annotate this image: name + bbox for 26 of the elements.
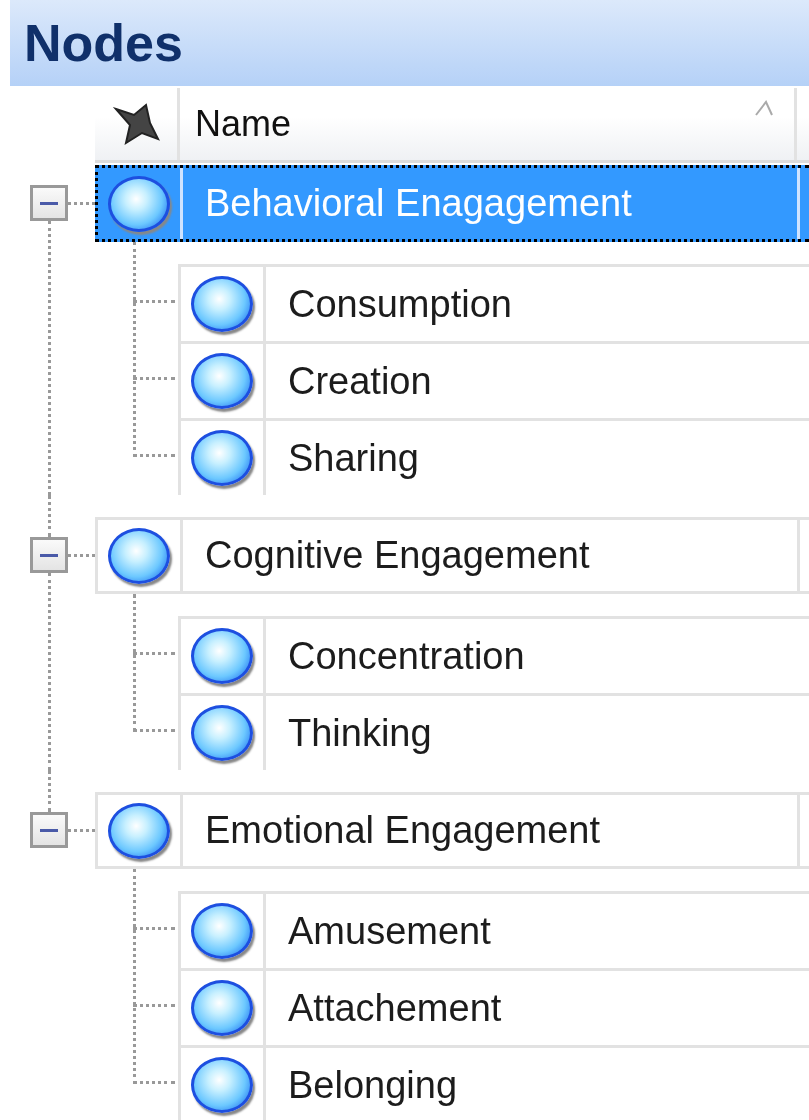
sphere-icon bbox=[191, 276, 253, 332]
collapse-icon[interactable] bbox=[30, 537, 68, 573]
sphere-icon bbox=[191, 980, 253, 1036]
collapse-icon[interactable] bbox=[30, 185, 68, 221]
tree-row[interactable]: Thinking bbox=[178, 693, 809, 770]
sphere-icon bbox=[191, 353, 253, 409]
sphere-icon bbox=[191, 628, 253, 684]
tree-row[interactable]: Cognitive Engagement bbox=[95, 517, 809, 594]
panel-title: Nodes bbox=[23, 13, 183, 73]
sphere-icon bbox=[108, 175, 170, 232]
sphere-icon bbox=[191, 430, 253, 486]
collapse-icon[interactable] bbox=[30, 812, 68, 848]
sphere-icon bbox=[191, 1057, 253, 1113]
sphere-icon bbox=[108, 802, 170, 859]
tree-row[interactable]: Attachement bbox=[178, 968, 809, 1045]
tree-row[interactable]: Consumption bbox=[178, 264, 809, 341]
tree-row[interactable]: Emotional Engagement bbox=[95, 792, 809, 869]
sphere-icon bbox=[191, 903, 253, 959]
tree-row[interactable]: Concentration bbox=[178, 616, 809, 693]
pin-icon bbox=[112, 101, 160, 147]
tree-row[interactable]: Creation bbox=[178, 341, 809, 418]
sphere-icon bbox=[108, 527, 170, 584]
tree-row[interactable]: Sharing bbox=[178, 418, 809, 495]
tree-row[interactable]: Belonging bbox=[178, 1045, 809, 1120]
sphere-icon bbox=[191, 705, 253, 761]
tree-row[interactable]: Amusement bbox=[178, 891, 809, 968]
